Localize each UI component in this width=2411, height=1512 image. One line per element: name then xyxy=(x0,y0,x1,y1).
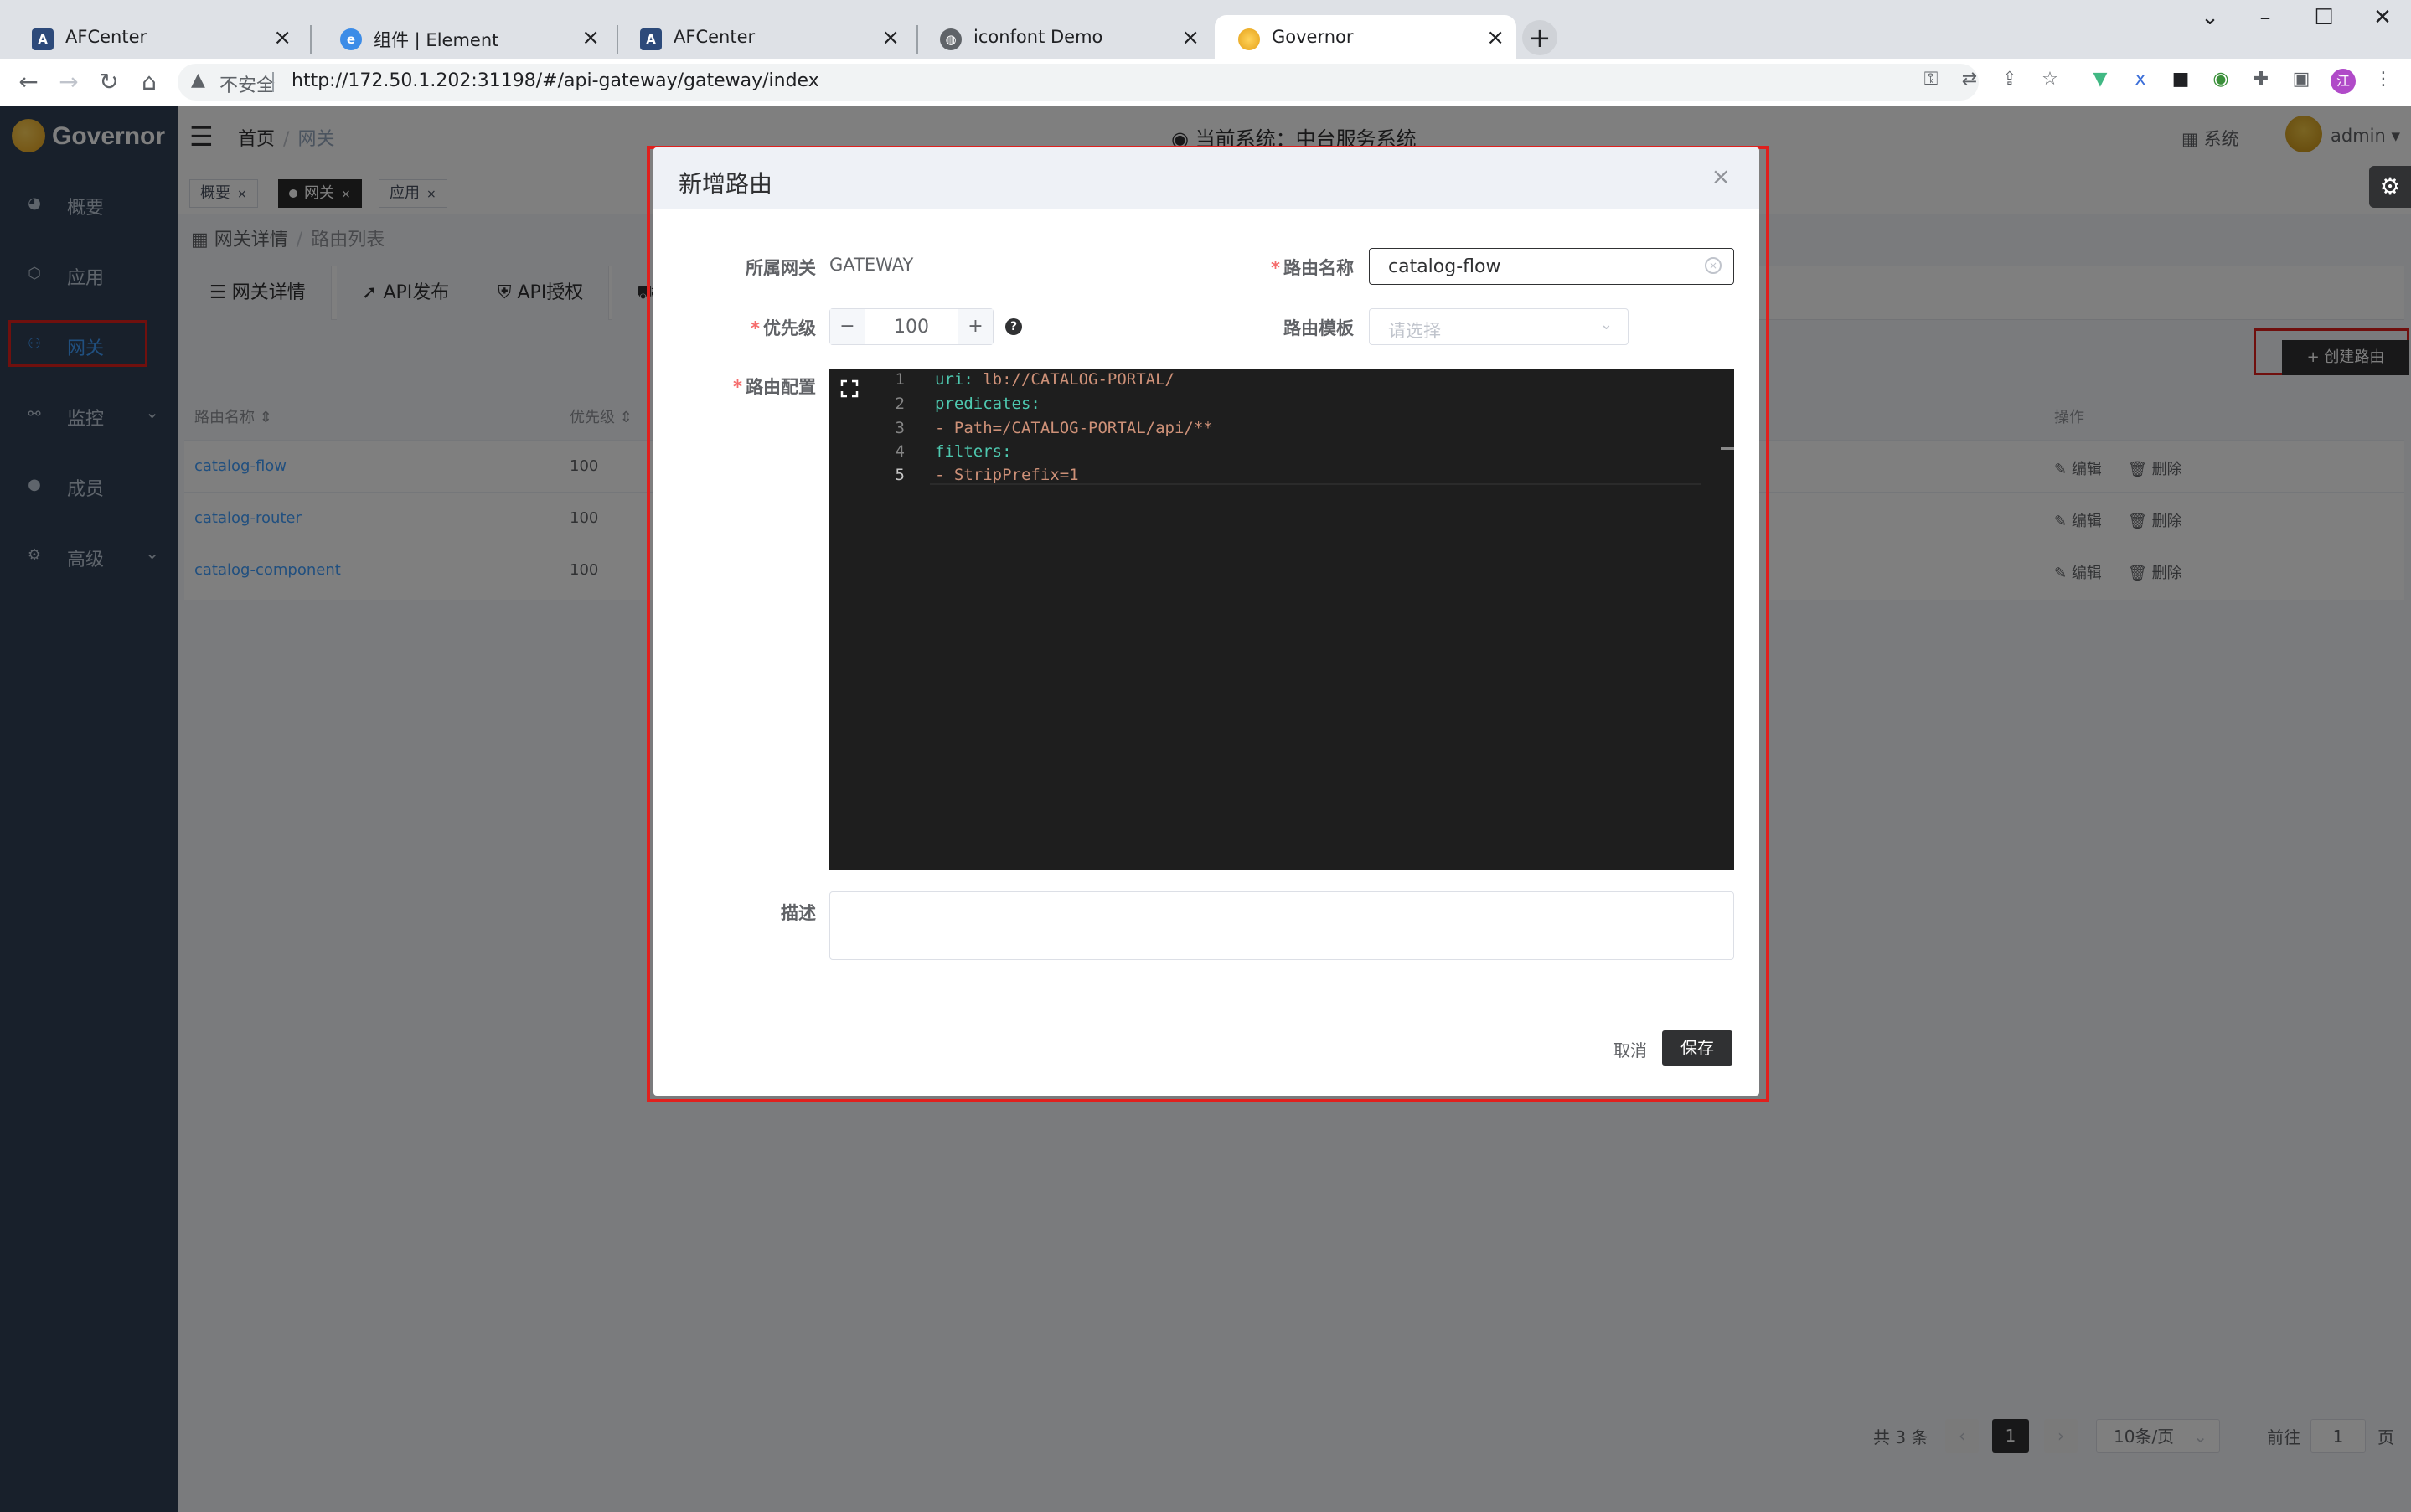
code-value: - Path=/CATALOG-PORTAL/api/** xyxy=(935,419,1213,437)
close-tab-icon[interactable]: × xyxy=(1486,25,1505,50)
label-text: 路由配置 xyxy=(746,377,816,397)
chevron-down-icon: ⌄ xyxy=(1599,316,1613,333)
puzzle-icon[interactable]: ✚ xyxy=(2248,67,2274,92)
minimize-icon[interactable]: – xyxy=(2250,5,2280,30)
af-icon: A xyxy=(640,28,662,50)
browser-tab-title: AFCenter xyxy=(674,27,756,47)
cancel-button[interactable]: 取消 xyxy=(1613,1037,1647,1061)
line-number: 1 xyxy=(895,370,905,389)
help-icon[interactable]: ? xyxy=(1005,318,1022,335)
priority-label: * 优先级 xyxy=(751,318,816,338)
config-label: * 路由配置 xyxy=(733,377,816,397)
code-editor[interactable]: 1 uri: lb://CATALOG-PORTAL/ 2 predicates… xyxy=(829,369,1734,870)
address-bar[interactable]: ▲ 不安全 http://172.50.1.202:31198/#/api-ga… xyxy=(178,64,1979,101)
save-button[interactable]: 保存 xyxy=(1662,1030,1732,1066)
bookmark-star-icon[interactable]: ☆ xyxy=(2037,67,2063,92)
code-key: predicates: xyxy=(935,395,1040,413)
globe-extension-icon[interactable]: ◉ xyxy=(2208,67,2233,92)
minus-icon[interactable]: − xyxy=(830,309,865,344)
gateway-label: 所属网关 xyxy=(746,258,816,278)
scrollbar-marker[interactable] xyxy=(1721,447,1734,450)
more-menu-icon[interactable]: ⋮ xyxy=(2371,67,2396,92)
back-icon[interactable]: ← xyxy=(13,67,44,97)
new-tab-button[interactable]: + xyxy=(1522,20,1557,55)
close-tab-icon[interactable]: × xyxy=(273,25,292,50)
close-tab-icon[interactable]: × xyxy=(581,25,600,50)
key-icon[interactable]: ⚿ xyxy=(1918,67,1944,92)
divider xyxy=(272,72,274,92)
element-icon: e xyxy=(340,28,362,50)
plus-icon[interactable]: + xyxy=(958,309,993,344)
home-icon[interactable]: ⌂ xyxy=(134,67,164,97)
translate-icon[interactable]: ⇄ xyxy=(1957,67,1982,92)
close-tab-icon[interactable]: × xyxy=(881,25,900,50)
code-key: uri: xyxy=(935,370,973,389)
description-field[interactable] xyxy=(829,891,1734,960)
close-window-icon[interactable]: ✕ xyxy=(2367,5,2398,30)
line-number: 4 xyxy=(895,442,905,461)
maximize-icon[interactable]: ☐ xyxy=(2309,5,2339,30)
template-label: 路由模板 xyxy=(1283,318,1354,338)
warning-icon: ▲ xyxy=(191,70,205,90)
security-label: 不安全 xyxy=(219,75,276,96)
description-label: 描述 xyxy=(781,903,816,923)
route-name-field[interactable]: × xyxy=(1369,248,1734,285)
code-line: uri: lb://CATALOG-PORTAL/ xyxy=(935,370,1175,389)
label-text: 路由名称 xyxy=(1283,258,1354,278)
select-placeholder: 请选择 xyxy=(1388,321,1441,341)
route-template-select[interactable]: 请选择 ⌄ xyxy=(1369,308,1629,345)
line-number: 5 xyxy=(895,466,905,484)
extension-icon[interactable]: ■ xyxy=(2168,67,2193,92)
description-textarea[interactable] xyxy=(830,892,1733,959)
browser-tab-title: AFCenter xyxy=(65,27,147,47)
code-line: - StripPrefix=1 xyxy=(935,466,1079,484)
reload-icon[interactable]: ↻ xyxy=(94,67,124,97)
settings-gear-icon[interactable]: ⚙ xyxy=(2369,166,2411,208)
clear-icon[interactable]: × xyxy=(1705,257,1722,274)
browser-tab-title: Governor xyxy=(1272,27,1354,47)
label-text: 优先级 xyxy=(763,318,816,338)
x-extension-icon[interactable]: x xyxy=(2128,67,2153,92)
code-line: - Path=/CATALOG-PORTAL/api/** xyxy=(935,419,1213,437)
browser-tab-title: 组件 | Element xyxy=(374,30,499,50)
route-name-input[interactable] xyxy=(1370,249,1696,284)
code-value: lb://CATALOG-PORTAL/ xyxy=(973,370,1175,389)
priority-input[interactable] xyxy=(865,309,958,344)
code-key: filters: xyxy=(935,442,1012,461)
fullscreen-icon[interactable] xyxy=(839,379,860,399)
dialog-header: 新增路由 × xyxy=(653,147,1759,209)
close-tab-icon[interactable]: × xyxy=(1181,25,1200,50)
url-text[interactable]: http://172.50.1.202:31198/#/api-gateway/… xyxy=(292,70,819,91)
route-name-label: * 路由名称 xyxy=(1271,258,1354,278)
globe-icon: ◍ xyxy=(940,28,962,50)
share-icon[interactable]: ⇪ xyxy=(1997,67,2022,92)
forward-icon[interactable]: → xyxy=(54,67,84,97)
profile-avatar[interactable]: 江 xyxy=(2331,69,2356,94)
add-route-dialog: 新增路由 × 所属网关 GATEWAY *路由名称 × *优先级 − + ? 路… xyxy=(653,147,1759,1096)
governor-icon xyxy=(1238,28,1260,50)
tab-separator xyxy=(310,25,312,54)
gateway-value: GATEWAY xyxy=(829,255,914,275)
dialog-title: 新增路由 xyxy=(679,170,773,198)
code-value: - StripPrefix=1 xyxy=(935,466,1079,484)
line-number: 3 xyxy=(895,419,905,437)
code-line: filters: xyxy=(935,442,1012,461)
tab-search-icon[interactable]: ⌄ xyxy=(2195,5,2225,30)
sidepanel-icon[interactable]: ▣ xyxy=(2289,67,2314,92)
line-number: 2 xyxy=(895,395,905,413)
priority-stepper[interactable]: − + xyxy=(829,308,994,345)
af-icon: A xyxy=(32,28,54,50)
vue-extension-icon[interactable]: ▼ xyxy=(2088,67,2113,92)
browser-tab-title: iconfont Demo xyxy=(973,27,1103,47)
close-icon[interactable]: × xyxy=(1711,163,1731,190)
code-line: predicates: xyxy=(935,395,1040,413)
